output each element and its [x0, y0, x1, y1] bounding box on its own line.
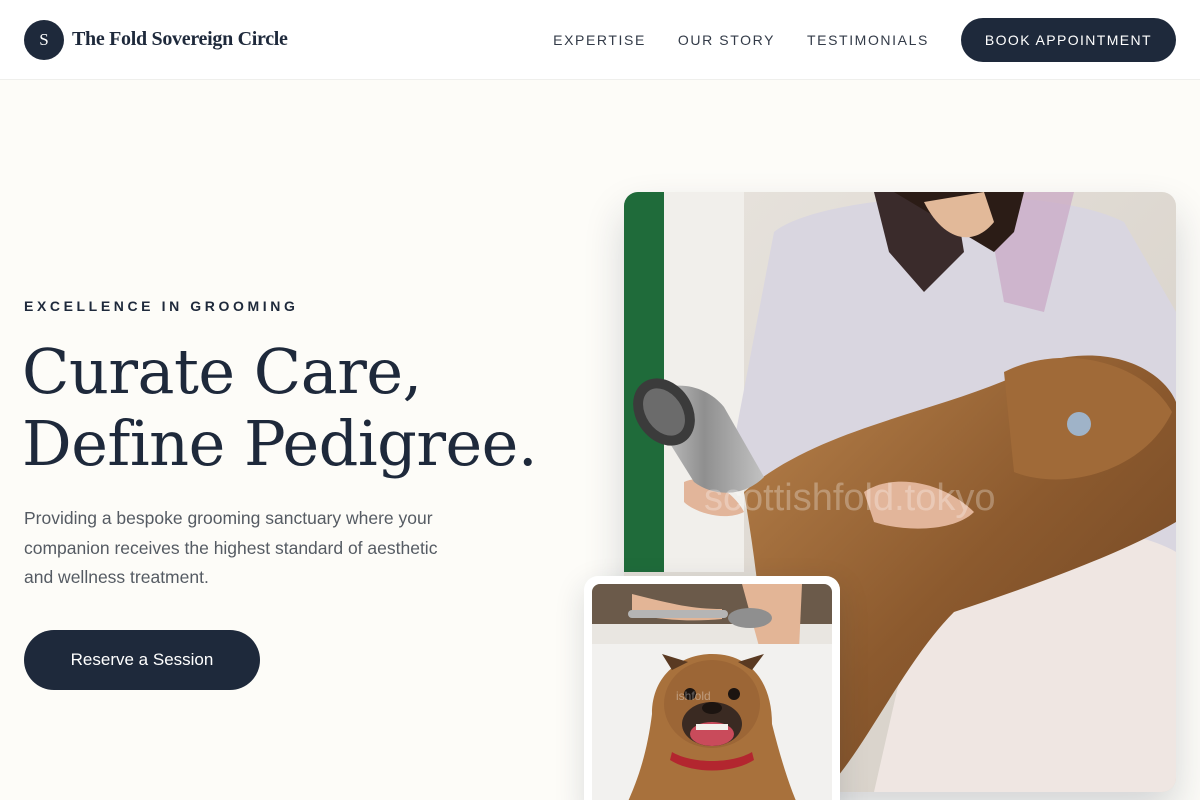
secondary-image-bath: ishfold [592, 584, 832, 800]
logo-icon: S [24, 19, 64, 60]
main-nav: EXPERTISE OUR STORY TESTIMONIALS BOOK AP… [553, 17, 1176, 62]
brand[interactable]: S The Fold Sovereign Circle [24, 19, 288, 60]
bath-illustration: ishfold [592, 584, 832, 800]
hero-headline: Curate Care, Define Pedigree. [22, 335, 538, 480]
hero-eyebrow: EXCELLENCE IN GROOMING [24, 298, 299, 314]
main-watermark: scottishfold.tokyo [704, 477, 995, 519]
nav-testimonials[interactable]: TESTIMONIALS [807, 32, 929, 48]
site-header: S The Fold Sovereign Circle EXPERTISE OU… [0, 0, 1200, 80]
secondary-image-frame: ishfold [584, 576, 840, 800]
logo-letter: S [39, 29, 49, 49]
headline-line-2: Define Pedigree. [22, 407, 538, 480]
brand-name: The Fold Sovereign Circle [72, 28, 288, 50]
nav-expertise[interactable]: EXPERTISE [553, 32, 646, 48]
headline-line-1: Curate Care, [22, 335, 422, 408]
small-watermark: ishfold [676, 689, 711, 703]
nav-our-story[interactable]: OUR STORY [678, 32, 775, 48]
book-appointment-button[interactable]: BOOK APPOINTMENT [960, 17, 1176, 62]
reserve-session-button[interactable]: Reserve a Session [24, 630, 260, 690]
hero-lead: Providing a bespoke grooming sanctuary w… [24, 508, 438, 587]
